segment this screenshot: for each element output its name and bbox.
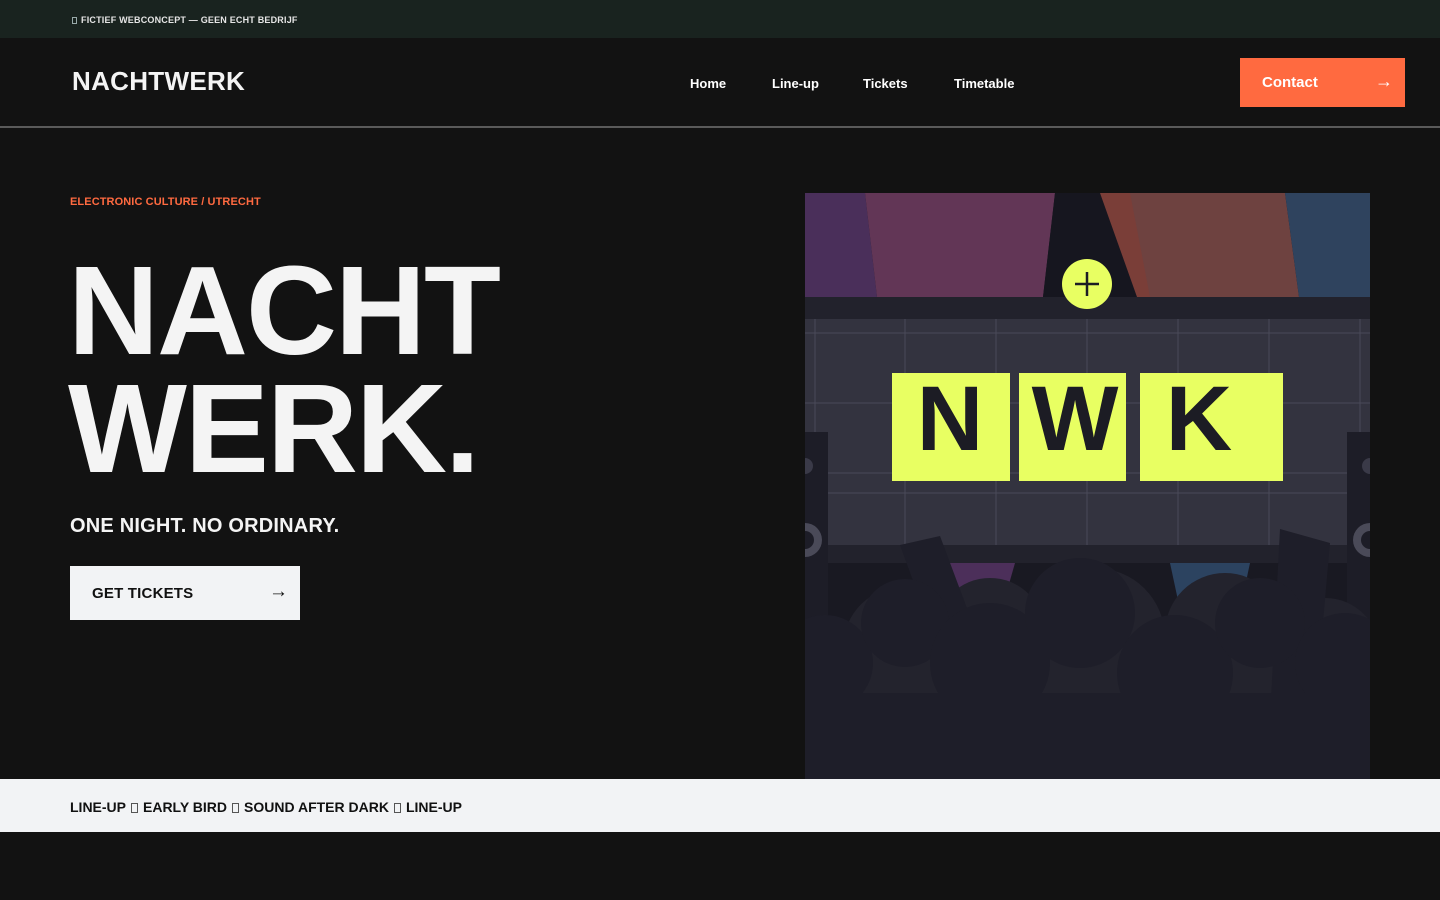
nav-link-home[interactable]: Home xyxy=(690,76,726,91)
separator-icon xyxy=(232,803,240,813)
contact-button[interactable]: Contact → xyxy=(1240,58,1405,107)
nav-link-line-up[interactable]: Line-up xyxy=(772,76,819,91)
separator-icon xyxy=(131,803,138,813)
ticker-item: SOUND AFTER DARK xyxy=(244,799,389,815)
ticker-item: LINE-UP xyxy=(405,799,462,815)
get-tickets-label: GET TICKETS xyxy=(92,585,194,602)
arrow-right-icon: → xyxy=(269,581,288,602)
hero-illustration: N W K xyxy=(805,193,1370,779)
ticker-item: EARLY BIRD xyxy=(143,799,228,815)
hero-title-line-1: NACHT xyxy=(68,240,501,381)
get-tickets-button[interactable]: GET TICKETS → xyxy=(70,566,300,620)
marquee-ticker: LINE-UP EARLY BIRD SOUND AFTER DARK LINE-UP xyxy=(0,779,1440,832)
screen-letter-k: K xyxy=(1166,368,1232,470)
nav-link-tickets[interactable]: Tickets xyxy=(863,76,908,91)
hero-title-line-2: WERK. xyxy=(68,358,480,499)
announcement: FICTIEF WEBCONCEPT — GEEN ECHT BEDRIJF xyxy=(72,15,298,25)
hero-eyebrow: ELECTRONIC CULTURE / UTRECHT xyxy=(70,196,261,208)
screen-letter-n: N xyxy=(917,368,983,470)
contact-button-label: Contact xyxy=(1262,74,1318,91)
top-announcement-bar: FICTIEF WEBCONCEPT — GEEN ECHT BEDRIJF xyxy=(0,0,1440,38)
announcement-text: FICTIEF WEBCONCEPT — GEEN ECHT BEDRIJF xyxy=(81,15,298,25)
plus-icon xyxy=(1062,259,1112,309)
hero-title: NACHT WERK. xyxy=(68,240,501,499)
main-navigation: NACHTWERK Home Line-up Tickets Timetable… xyxy=(0,38,1440,128)
ticker-item: LINE-UP xyxy=(70,799,126,815)
separator-icon xyxy=(393,803,401,813)
screen-letter-w: W xyxy=(1032,368,1119,470)
site-logo[interactable]: NACHTWERK xyxy=(72,66,245,97)
hero-tagline: ONE NIGHT. NO ORDINARY. xyxy=(70,515,340,537)
info-icon xyxy=(72,17,77,24)
nav-link-timetable[interactable]: Timetable xyxy=(954,76,1014,91)
arrow-right-icon: → xyxy=(1375,71,1393,91)
ticker-line: LINE-UP EARLY BIRD SOUND AFTER DARK LINE-UP xyxy=(70,799,462,815)
